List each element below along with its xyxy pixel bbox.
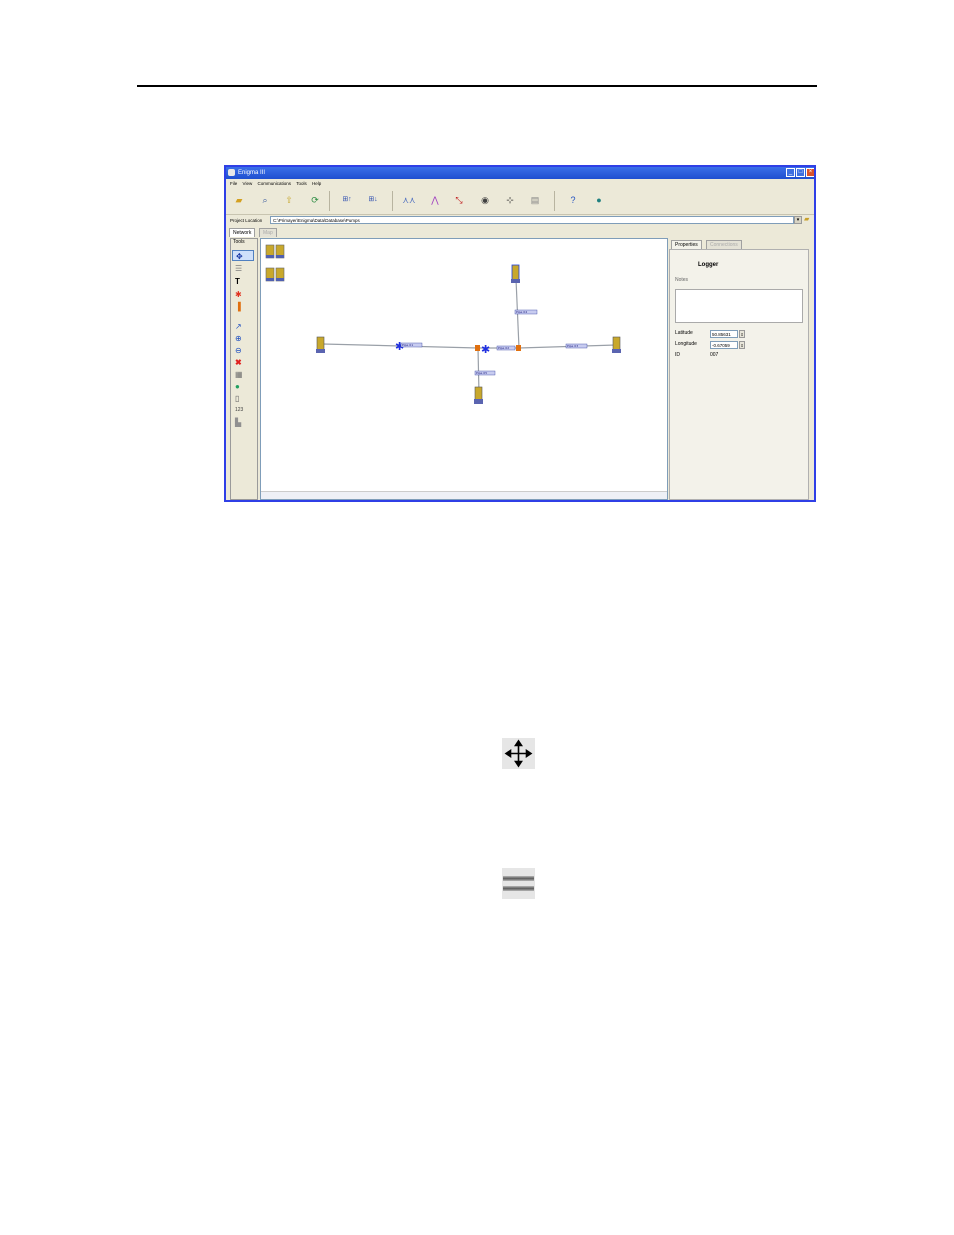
toolbar-separator (392, 191, 393, 211)
open-folder-icon[interactable]: ▰ (232, 193, 246, 207)
menu-file[interactable]: File (230, 181, 237, 186)
pipe-label[interactable]: Pipe 04 (516, 310, 527, 314)
logger-node-icon[interactable] (612, 336, 621, 353)
view-tabs: Network Map (226, 227, 814, 237)
valve-node-icon[interactable] (475, 345, 480, 351)
main-toolbar: ▰ ⌕ ⇧ ⟳ ⊞↑ ⊞↓ ⋏⋏ ⋀ ⤡ ◉ ⊹ ▤ ? ● (226, 188, 814, 215)
counter-tool-icon[interactable]: 123 (232, 405, 254, 416)
menu-help[interactable]: Help (312, 181, 321, 186)
latitude-spinner-icon[interactable]: ⇕ (739, 330, 745, 338)
find-icon[interactable]: ⌕ (258, 193, 272, 207)
chart-tool-icon[interactable]: ▙ (232, 417, 254, 428)
location-bar: Project Location C:\Primayer\Enigma\Data… (226, 215, 814, 226)
menu-tools[interactable]: Tools (296, 181, 307, 186)
pipe-label[interactable]: Pipe 01 (402, 343, 413, 347)
palette-logger-icon[interactable] (265, 244, 285, 282)
move-tool-icon[interactable]: ✥ (232, 250, 254, 261)
send-down-icon[interactable]: ⊞↓ (364, 193, 382, 207)
window-title: Enigma III (238, 170, 266, 176)
pipe-tool-large-icon (502, 868, 535, 899)
network-canvas[interactable]: ✱ ✱ Pipe 01 Pipe 02 Pipe 03 Pipe 04 Pipe… (260, 238, 668, 500)
zoom-in-tool-icon[interactable]: ⊕ (232, 333, 254, 344)
globe-tool-icon[interactable]: ● (232, 381, 254, 392)
globe-icon[interactable]: ● (592, 193, 606, 207)
minimize-button[interactable]: _ (786, 168, 795, 177)
tools-panel: Tools ✥ ☰ T ✱ ▐ ↗ ⊕ ⊖ ✖ ▦ ● ▯ 123 ▙ (230, 238, 258, 500)
pipe-label[interactable]: Pipe 05 (476, 371, 487, 375)
tab-map[interactable]: Map (259, 228, 277, 237)
disc-icon[interactable]: ◉ (478, 193, 492, 207)
menu-view[interactable]: View (243, 181, 253, 186)
logger-node-icon[interactable] (316, 336, 325, 353)
valve-node-icon[interactable] (516, 345, 521, 351)
properties-content: Logger Notes Latitude 50.85631 ⇕ Longitu… (669, 249, 809, 500)
maximize-button[interactable]: □ (796, 168, 805, 177)
send-up-icon[interactable]: ⊞↑ (338, 193, 356, 207)
tab-network[interactable]: Network (229, 228, 256, 237)
application-window: Enigma III _ □ × File View Communication… (224, 165, 816, 502)
network-diagram: ✱ ✱ Pipe 01 Pipe 02 Pipe 03 Pipe 04 Pipe… (265, 244, 621, 404)
logger-node-icon[interactable] (474, 386, 483, 404)
tab-properties[interactable]: Properties (671, 240, 702, 249)
notes-label: Notes (675, 277, 689, 283)
notes-field[interactable] (675, 289, 803, 323)
valve-tool-icon[interactable]: ▐ (232, 301, 254, 312)
properties-title: Logger (698, 262, 719, 268)
location-label: Project Location (230, 218, 263, 223)
close-button[interactable]: × (806, 168, 814, 177)
upload-icon[interactable]: ⇧ (282, 193, 296, 207)
logger-node-icon[interactable] (511, 264, 520, 283)
pipe-lines (322, 278, 617, 395)
pipe-label[interactable]: Pipe 03 (567, 344, 578, 348)
browse-folder-icon[interactable]: ▰ (804, 215, 813, 225)
longitude-field[interactable]: -0.67059 (710, 341, 738, 349)
location-dropdown-icon[interactable]: ▾ (794, 216, 802, 224)
logger-tool-icon[interactable]: ▯ (232, 393, 254, 404)
chart-icon[interactable]: ⋏⋏ (400, 193, 418, 207)
menu-bar: File View Communications Tools Help (226, 179, 814, 188)
page-top-rule (137, 85, 817, 87)
tab-connections[interactable]: Connections (706, 240, 742, 249)
tools-panel-title: Tools (233, 239, 245, 245)
chart-line-icon[interactable]: ⤡ (450, 193, 468, 207)
zoom-out-tool-icon[interactable]: ⊖ (232, 345, 254, 356)
grid-tool-icon[interactable]: ▦ (232, 369, 254, 380)
location-field[interactable]: C:\Primayer\Enigma\Data\Database\Pumps (270, 216, 794, 224)
toolbar-separator (329, 191, 330, 211)
pointer-tool-icon[interactable]: ↗ (232, 321, 254, 332)
id-label: ID (675, 352, 680, 358)
pipe-label[interactable]: Pipe 02 (498, 346, 509, 350)
junction-icon[interactable]: ✱ (481, 343, 490, 356)
refresh-icon[interactable]: ⟳ (308, 193, 322, 207)
move-tool-large-icon (502, 738, 535, 769)
delete-tool-icon[interactable]: ✖ (232, 357, 254, 368)
horizontal-scrollbar[interactable] (261, 491, 667, 499)
chart-peak-icon[interactable]: ⋀ (428, 193, 442, 207)
latitude-label: Latitude (675, 330, 693, 336)
network-icon[interactable]: ⊹ (501, 193, 519, 207)
pipe-tool-icon[interactable]: ☰ (232, 263, 254, 274)
text-tool-icon[interactable]: T (232, 276, 254, 287)
title-bar: Enigma III _ □ × (226, 167, 814, 179)
junction-tool-icon[interactable]: ✱ (232, 289, 254, 300)
toolbar-separator (554, 191, 555, 211)
help-icon[interactable]: ? (566, 193, 580, 207)
app-icon (228, 169, 235, 176)
properties-panel: Properties Connections Logger Notes Lati… (669, 238, 814, 500)
menu-communications[interactable]: Communications (257, 181, 291, 186)
longitude-spinner-icon[interactable]: ⇕ (739, 341, 745, 349)
longitude-label: Longitude (675, 341, 697, 347)
print-icon[interactable]: ▤ (528, 193, 542, 207)
id-value: 007 (710, 352, 719, 358)
latitude-field[interactable]: 50.85631 (710, 330, 738, 338)
